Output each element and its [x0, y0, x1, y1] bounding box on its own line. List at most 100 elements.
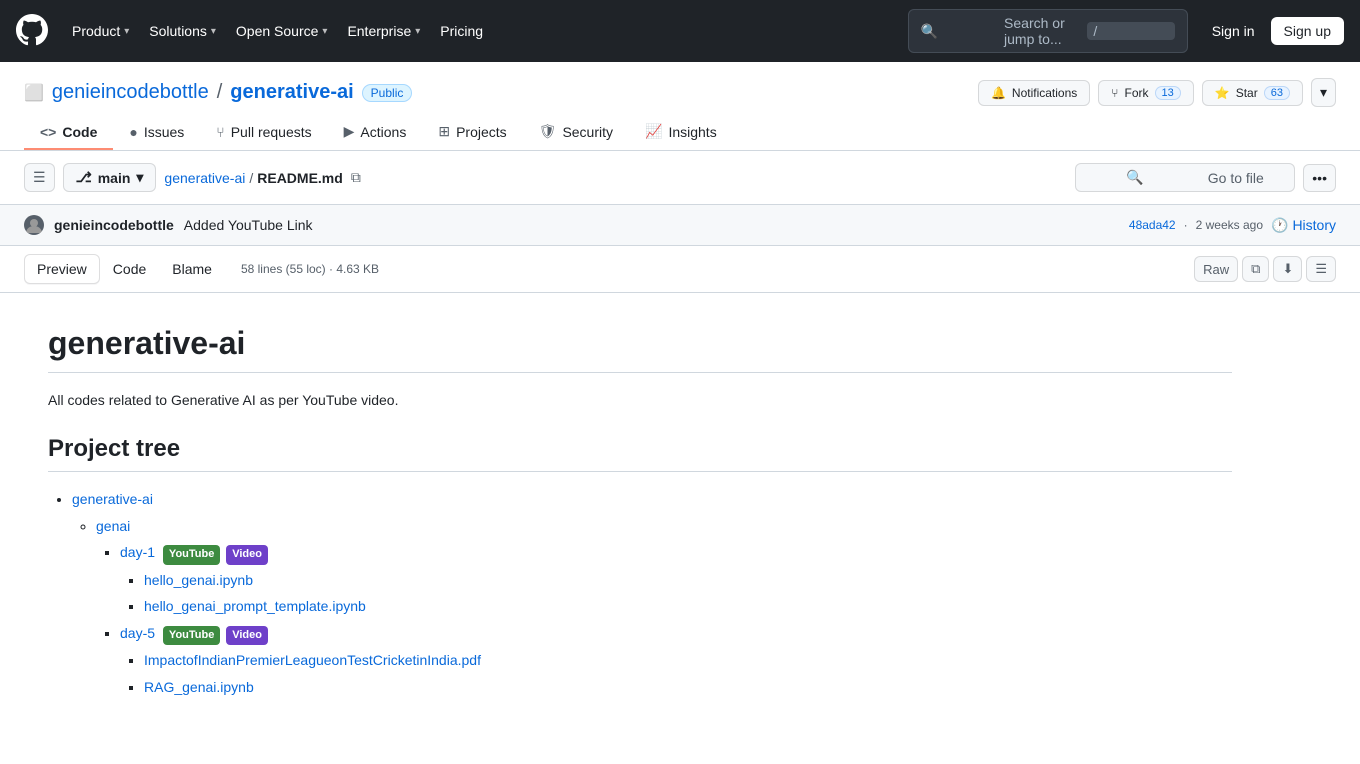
star-icon: ⭐	[1215, 86, 1230, 100]
nav-pricing[interactable]: Pricing	[432, 17, 491, 45]
projects-icon: ⊞	[438, 123, 450, 140]
more-options-button[interactable]: •••	[1303, 164, 1336, 192]
readme-description: All codes related to Generative AI as pe…	[48, 389, 1232, 411]
star-button[interactable]: ⭐ Star 63	[1202, 80, 1303, 106]
insights-icon: 📈	[645, 123, 662, 140]
readme-tree-level3: hello_genai.ipynb hello_genai_prompt_tem…	[120, 569, 1232, 618]
tree-link-day1[interactable]: day-1	[120, 544, 155, 560]
repo-title-row: ⬜ genieincodebottle / generative-ai Publ…	[24, 78, 1336, 107]
breadcrumb-file: README.md	[257, 170, 343, 186]
tab-code[interactable]: <> Code	[24, 116, 113, 150]
tab-insights[interactable]: 📈 Insights	[629, 115, 733, 150]
file-toolbar: ☰ ⎇ main ▾ generative-ai / README.md ⧉ 🔍…	[0, 151, 1360, 205]
badge-youtube: YouTube	[163, 626, 220, 646]
list-item: hello_genai.ipynb	[144, 569, 1232, 591]
copy-file-button[interactable]: ⧉	[1242, 256, 1269, 282]
search-icon: 🔍	[1088, 169, 1181, 186]
main-nav-items: Product ▾ Solutions ▾ Open Source ▾ Ente…	[64, 17, 900, 45]
file-tabs-row: Preview Code Blame 58 lines (55 loc) · 4…	[0, 246, 1360, 293]
tab-issues[interactable]: ● Issues	[113, 116, 200, 150]
badge-youtube: YouTube	[163, 545, 220, 565]
copy-path-button[interactable]: ⧉	[347, 165, 365, 190]
chevron-down-icon: ▾	[124, 26, 129, 37]
tab-pullrequests[interactable]: ⑂ Pull requests	[200, 116, 327, 150]
commit-timestamp: 2 weeks ago	[1196, 218, 1263, 232]
commit-message: Added YouTube Link	[184, 217, 313, 233]
nav-product[interactable]: Product ▾	[64, 17, 137, 45]
file-tab-code[interactable]: Code	[100, 254, 159, 284]
repo-name-link[interactable]: generative-ai	[230, 81, 353, 104]
notifications-button[interactable]: 🔔 Notifications	[978, 80, 1090, 106]
sidebar-icon: ☰	[33, 169, 46, 185]
visibility-badge: Public	[362, 84, 413, 102]
badge-video: Video	[226, 545, 268, 565]
raw-button[interactable]: Raw	[1194, 256, 1238, 282]
breadcrumb-repo-link[interactable]: generative-ai	[164, 170, 245, 186]
tree-link[interactable]: generative-ai	[72, 491, 153, 507]
list-view-button[interactable]: ☰	[1306, 256, 1336, 282]
list-item: hello_genai_prompt_template.ipynb	[144, 595, 1232, 617]
file-link[interactable]: hello_genai_prompt_template.ipynb	[144, 598, 366, 614]
history-icon: 🕐	[1271, 217, 1288, 234]
repo-actions: 🔔 Notifications ⑂ Fork 13 ⭐ Star 63 ▾	[978, 78, 1336, 107]
copy-icon: ⧉	[1251, 261, 1260, 276]
commit-row: genieincodebottle Added YouTube Link 48a…	[0, 205, 1360, 246]
readme-section-title: Project tree	[48, 435, 1232, 472]
file-link[interactable]: RAG_genai.ipynb	[144, 679, 254, 695]
chevron-down-icon: ▾	[415, 26, 420, 37]
file-tab-preview[interactable]: Preview	[24, 254, 100, 284]
readme-tree-level3: ImpactofIndianPremierLeagueonTestCricket…	[120, 649, 1232, 698]
readme-content: generative-ai All codes related to Gener…	[0, 293, 1280, 734]
nav-opensource[interactable]: Open Source ▾	[228, 17, 336, 45]
copy-icon: ⧉	[351, 169, 361, 185]
search-bar[interactable]: 🔍 Search or jump to... /	[908, 9, 1188, 53]
signin-button[interactable]: Sign in	[1204, 17, 1263, 45]
repo-icon: ⬜	[24, 83, 44, 103]
file-meta: 58 lines (55 loc) · 4.63 KB	[241, 262, 379, 276]
chevron-down-icon: ▾	[136, 169, 143, 186]
file-link[interactable]: hello_genai.ipynb	[144, 572, 253, 588]
search-shortcut: /	[1087, 22, 1174, 40]
list-item: genai day-1 YouTube Video hello_genai.ip…	[96, 515, 1232, 698]
commit-sha-link[interactable]: 48ada42	[1129, 218, 1176, 232]
top-nav: Product ▾ Solutions ▾ Open Source ▾ Ente…	[0, 0, 1360, 62]
fork-icon: ⑂	[1111, 86, 1118, 100]
readme-tree-root: generative-ai genai day-1 YouTube Video …	[48, 488, 1232, 698]
chevron-down-icon: ▾	[322, 26, 327, 37]
list-item: RAG_genai.ipynb	[144, 676, 1232, 698]
readme-tree-level1: genai day-1 YouTube Video hello_genai.ip…	[72, 515, 1232, 698]
branch-icon: ⎇	[76, 169, 92, 186]
nav-enterprise[interactable]: Enterprise ▾	[339, 17, 428, 45]
file-tab-blame[interactable]: Blame	[159, 254, 225, 284]
nav-solutions[interactable]: Solutions ▾	[141, 17, 224, 45]
repo-header: ⬜ genieincodebottle / generative-ai Publ…	[0, 62, 1360, 151]
badge-video: Video	[226, 626, 268, 646]
file-actions: Raw ⧉ ⬇ ☰	[1194, 256, 1336, 282]
tree-link[interactable]: genai	[96, 518, 130, 534]
add-options-button[interactable]: ▾	[1311, 78, 1336, 107]
download-icon: ⬇	[1282, 261, 1293, 276]
fork-button[interactable]: ⑂ Fork 13	[1098, 80, 1193, 106]
list-item: generative-ai genai day-1 YouTube Video …	[72, 488, 1232, 698]
sidebar-toggle-button[interactable]: ☰	[24, 163, 55, 192]
tab-security[interactable]: 🛡 Security	[523, 115, 629, 150]
download-button[interactable]: ⬇	[1273, 256, 1302, 282]
commit-meta: 48ada42 · 2 weeks ago 🕐 History	[1129, 217, 1336, 234]
issue-icon: ●	[129, 124, 137, 140]
github-logo[interactable]	[16, 14, 48, 49]
tab-projects[interactable]: ⊞ Projects	[422, 115, 522, 150]
ellipsis-icon: •••	[1312, 170, 1327, 186]
tab-actions[interactable]: ▶ Actions	[328, 115, 423, 150]
file-link[interactable]: ImpactofIndianPremierLeagueonTestCricket…	[144, 652, 481, 668]
bell-icon: 🔔	[991, 86, 1006, 100]
commit-time: ·	[1184, 218, 1188, 232]
list-item: day-1 YouTube Video hello_genai.ipynb he…	[120, 541, 1232, 617]
history-button[interactable]: 🕐 History	[1271, 217, 1336, 234]
commit-author-link[interactable]: genieincodebottle	[54, 217, 174, 233]
tree-link-day5[interactable]: day-5	[120, 625, 155, 641]
repo-owner-link[interactable]: genieincodebottle	[52, 81, 209, 104]
go-to-file-button[interactable]: 🔍 Go to file	[1075, 163, 1295, 192]
pr-icon: ⑂	[216, 124, 224, 140]
signup-button[interactable]: Sign up	[1271, 17, 1344, 45]
branch-selector[interactable]: ⎇ main ▾	[63, 163, 157, 192]
